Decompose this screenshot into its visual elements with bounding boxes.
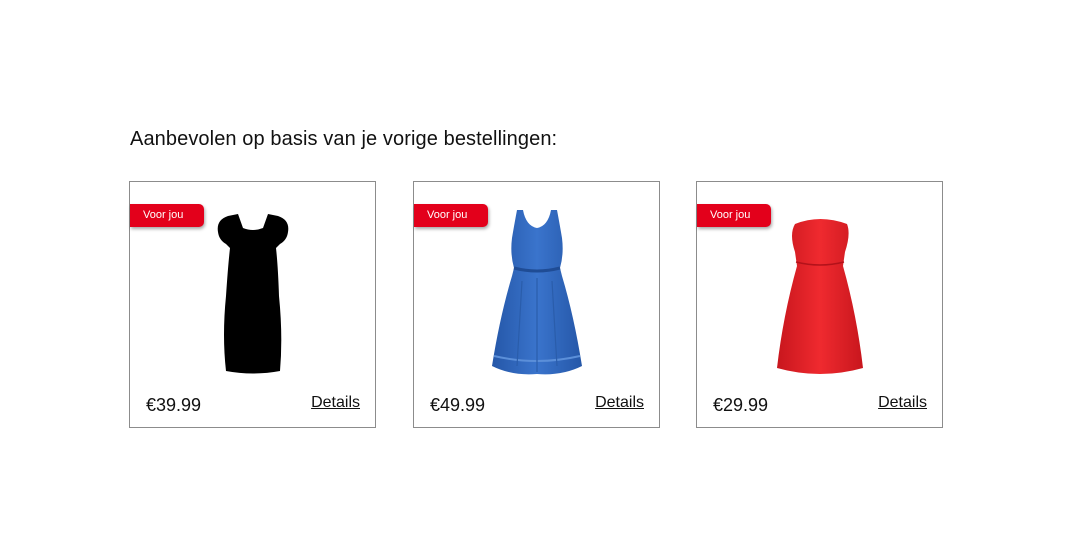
details-link[interactable]: Details [595,394,644,412]
recommended-badge: Voor jou [414,204,488,227]
details-link[interactable]: Details [311,394,360,412]
product-price: €39.99 [146,395,202,415]
product-card-black-dress[interactable]: Voor jou €39.99 Details [129,181,376,428]
section-heading: Aanbevolen op basis van je vorige bestel… [130,128,558,150]
product-card-red-dress[interactable]: Voor jou €29.99 Details [696,181,943,428]
product-price: €29.99 [713,395,769,415]
product-card-blue-dress[interactable]: Voor jou €49.99 Details [413,181,660,428]
recommended-badge: Voor jou [697,204,771,227]
blue-dress-image[interactable] [482,206,592,378]
red-dress-image[interactable] [765,206,875,378]
product-price: €49.99 [430,395,486,415]
recommended-badge: Voor jou [130,204,204,227]
black-dress-image[interactable] [198,206,308,378]
details-link[interactable]: Details [878,394,927,412]
